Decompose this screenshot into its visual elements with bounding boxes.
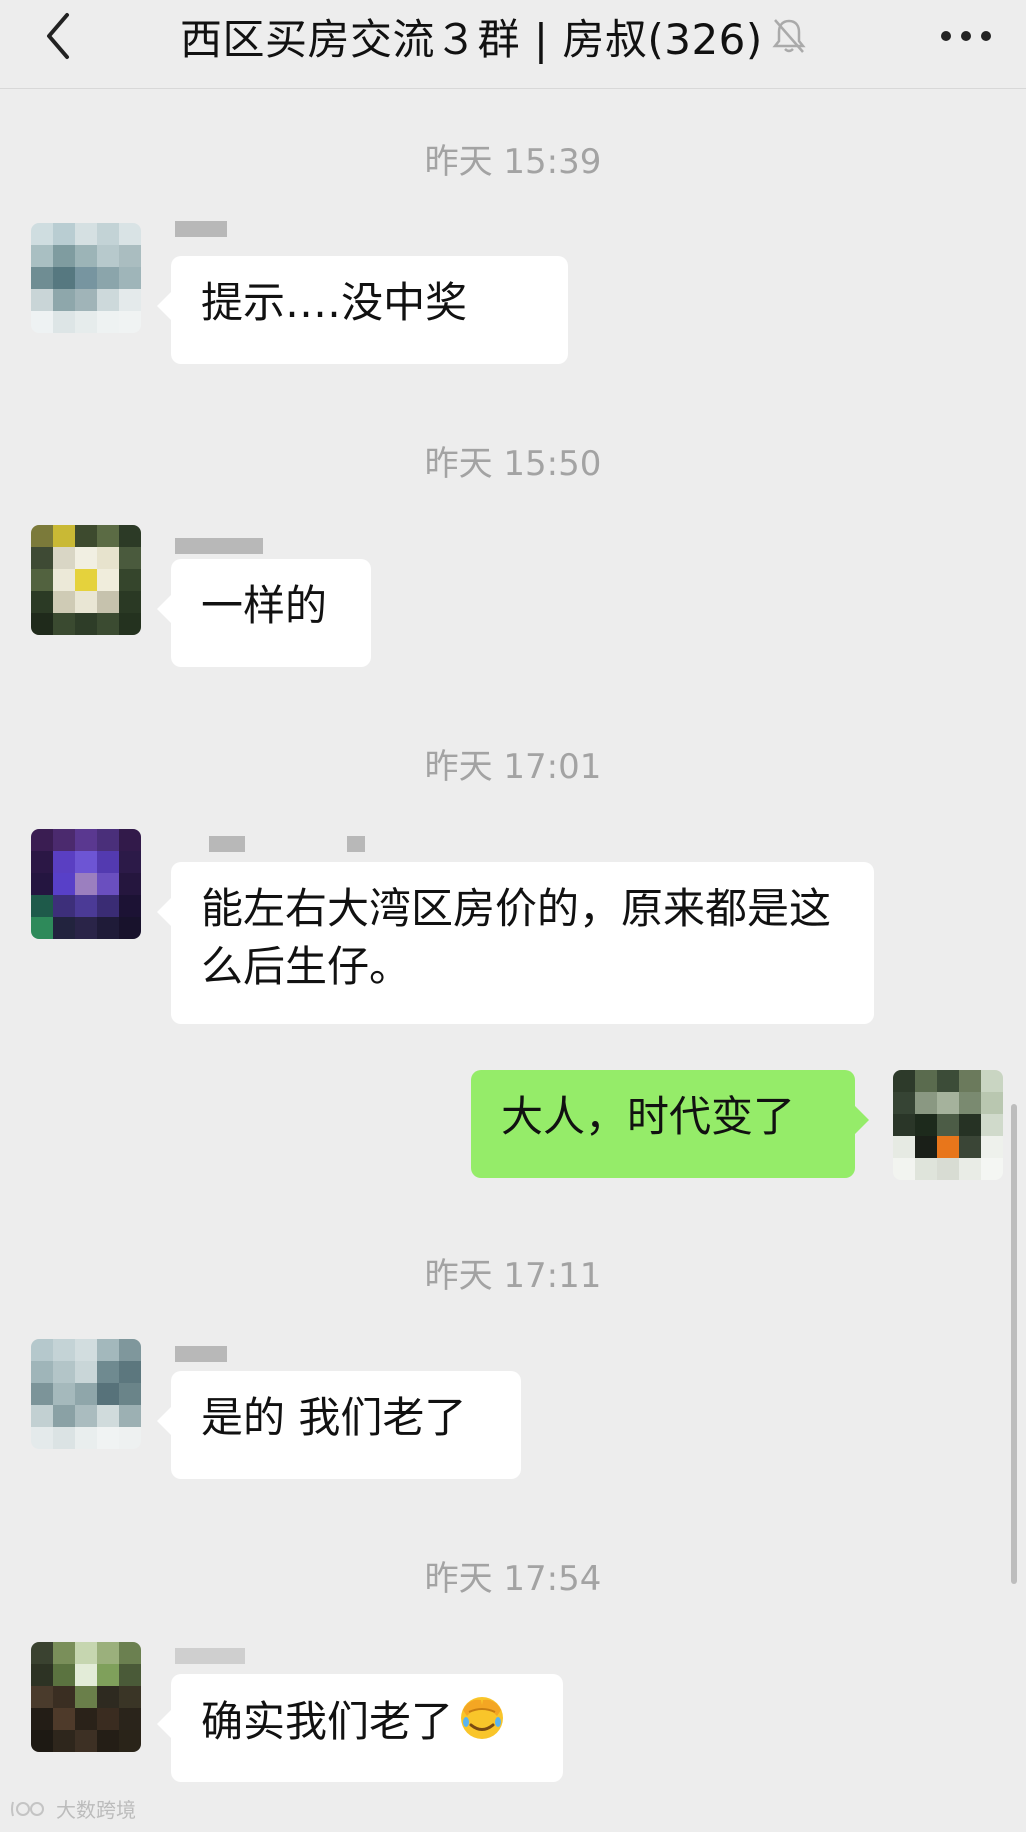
ellipsis-icon [941,31,991,41]
bell-off-icon [771,16,807,56]
facepalm-emoji-icon [457,1692,507,1757]
message-text: 是的 我们老了 [201,1393,467,1442]
sender-name-redacted [175,1344,227,1364]
nav-bar: 西区买房交流３群 | 房叔(326) [0,0,1026,89]
chat-title: 西区买房交流３群 | 房叔(326) [180,14,763,64]
message-text: 提示‥‥没中奖 [201,278,468,327]
sender-name-redacted [175,536,263,556]
watermark: 大数跨境 [10,1794,136,1823]
avatar[interactable] [31,829,141,939]
scrollbar[interactable] [1011,1104,1017,1584]
chat-window: 西区买房交流３群 | 房叔(326) 昨天 15:39 提示‥‥没中奖 昨天 1… [0,0,1026,1832]
sender-name-redacted [175,219,227,239]
chevron-left-icon [47,13,69,59]
my-avatar[interactable] [893,1070,1003,1180]
message-text: 一样的 [201,581,328,630]
back-button[interactable] [30,6,86,66]
avatar[interactable] [31,223,141,333]
message-bubble[interactable]: 能左右大湾区房价的，原来都是这么后生仔。 [157,862,874,1024]
message-bubble[interactable]: 是的 我们老了 [157,1371,521,1479]
time-divider: 昨天 15:50 [424,444,602,484]
message-bubble[interactable]: 一样的 [157,559,371,667]
avatar[interactable] [31,525,141,635]
message-bubble-outgoing[interactable]: 大人，时代变了 [471,1070,869,1178]
time-divider: 昨天 15:39 [424,142,602,182]
avatar[interactable] [31,1642,141,1752]
more-options-button[interactable] [934,6,998,66]
message-list[interactable]: 昨天 15:39 提示‥‥没中奖 昨天 15:50 一样的 昨天 17:01 能… [0,89,1026,1832]
message-bubble[interactable]: 确实我们老了 [157,1674,563,1782]
time-divider: 昨天 17:01 [424,747,602,787]
watermark-text: 大数跨境 [56,1798,136,1822]
message-text: 大人，时代变了 [501,1092,796,1141]
sender-name-redacted [175,1646,245,1666]
message-text: 能左右大湾区房价的，原来都是这么后生仔。 [201,884,832,991]
logo-icon [11,1801,44,1816]
chat-title-row: 西区买房交流３群 | 房叔(326) [180,6,807,66]
message-bubble[interactable]: 提示‥‥没中奖 [157,256,568,364]
sender-name-redacted [209,834,365,854]
time-divider: 昨天 17:54 [424,1559,602,1599]
message-text: 确实我们老了 [201,1697,454,1746]
time-divider: 昨天 17:11 [424,1256,602,1296]
avatar[interactable] [31,1339,141,1449]
